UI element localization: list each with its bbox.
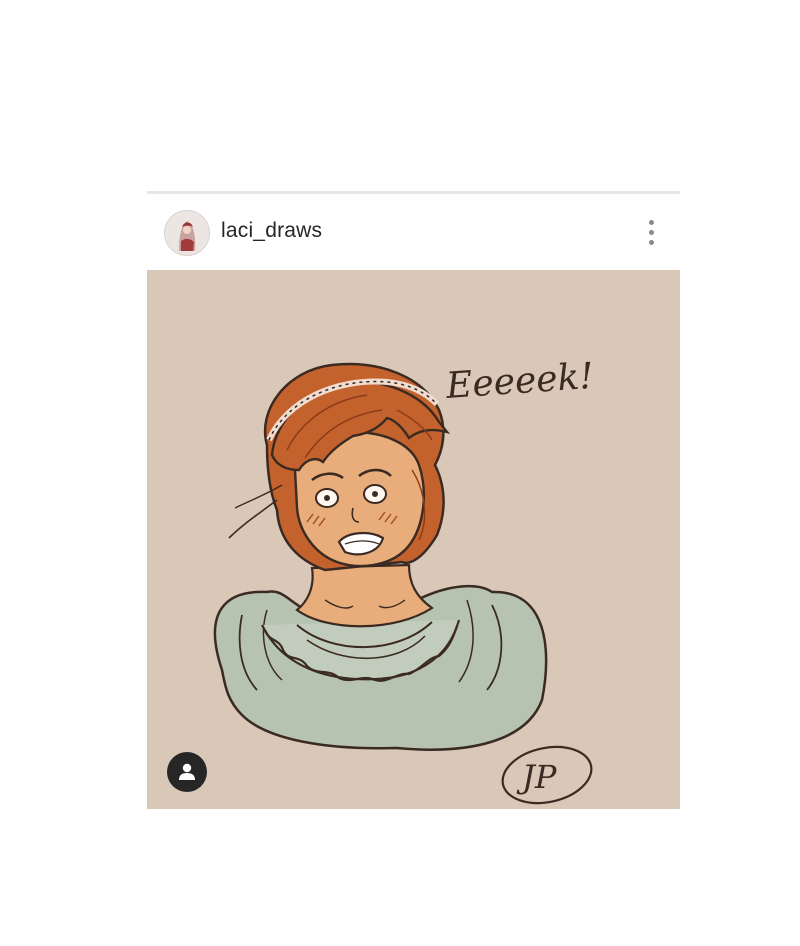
more-options-icon[interactable] (641, 216, 663, 250)
avatar-thumbnail-icon (165, 211, 209, 255)
artwork-illustration: Eeeeek! JP (147, 270, 680, 809)
person-tag-button[interactable] (167, 752, 207, 792)
post-username[interactable]: laci_draws (221, 219, 322, 243)
post-header: laci_draws (147, 194, 680, 270)
post-image[interactable]: Eeeeek! JP (147, 270, 680, 809)
avatar[interactable] (164, 210, 210, 256)
person-icon (179, 763, 195, 780)
signature-text: JP (516, 758, 557, 796)
instagram-post-card: laci_draws Eeeeek! JP (147, 191, 680, 812)
